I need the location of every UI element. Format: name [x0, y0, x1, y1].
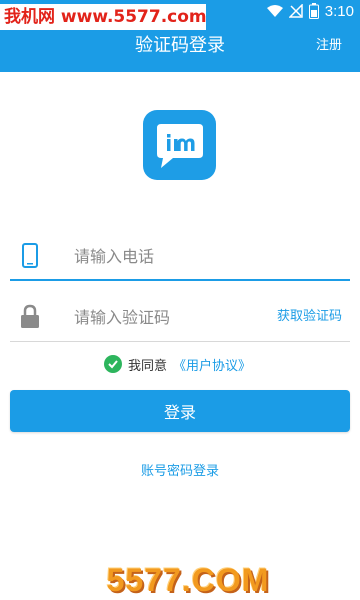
phone-field	[10, 231, 350, 281]
wifi-icon	[266, 5, 283, 17]
status-time: 3:10	[324, 2, 354, 20]
checkbox-checked-icon[interactable]	[104, 355, 122, 373]
register-link[interactable]: 注册	[316, 37, 342, 55]
lock-icon	[21, 304, 39, 328]
watermark-top: 我机网 www.5577.com	[0, 4, 207, 30]
im-chat-bubble-logo	[157, 124, 203, 168]
page-title: 验证码登录	[135, 35, 225, 56]
get-code-button[interactable]: 获取验证码	[277, 308, 342, 326]
battery-icon	[308, 3, 319, 19]
user-agreement-link[interactable]: 《用户协议》	[173, 355, 251, 374]
code-field: 获取验证码	[10, 292, 350, 342]
agreement-prefix: 我同意	[128, 358, 168, 374]
signal-off-icon	[288, 4, 303, 18]
status-icons: 3:10	[266, 0, 354, 22]
phone-input[interactable]	[74, 241, 264, 271]
watermark-bottom: 5577.COM	[106, 561, 270, 598]
code-input[interactable]	[74, 302, 264, 332]
password-login-link[interactable]: 账号密码登录	[0, 460, 360, 479]
login-button[interactable]: 登录	[10, 390, 350, 432]
phone-icon	[22, 243, 38, 268]
app-logo	[143, 110, 216, 180]
agreement-row: 我同意 《用户协议》	[104, 354, 251, 374]
